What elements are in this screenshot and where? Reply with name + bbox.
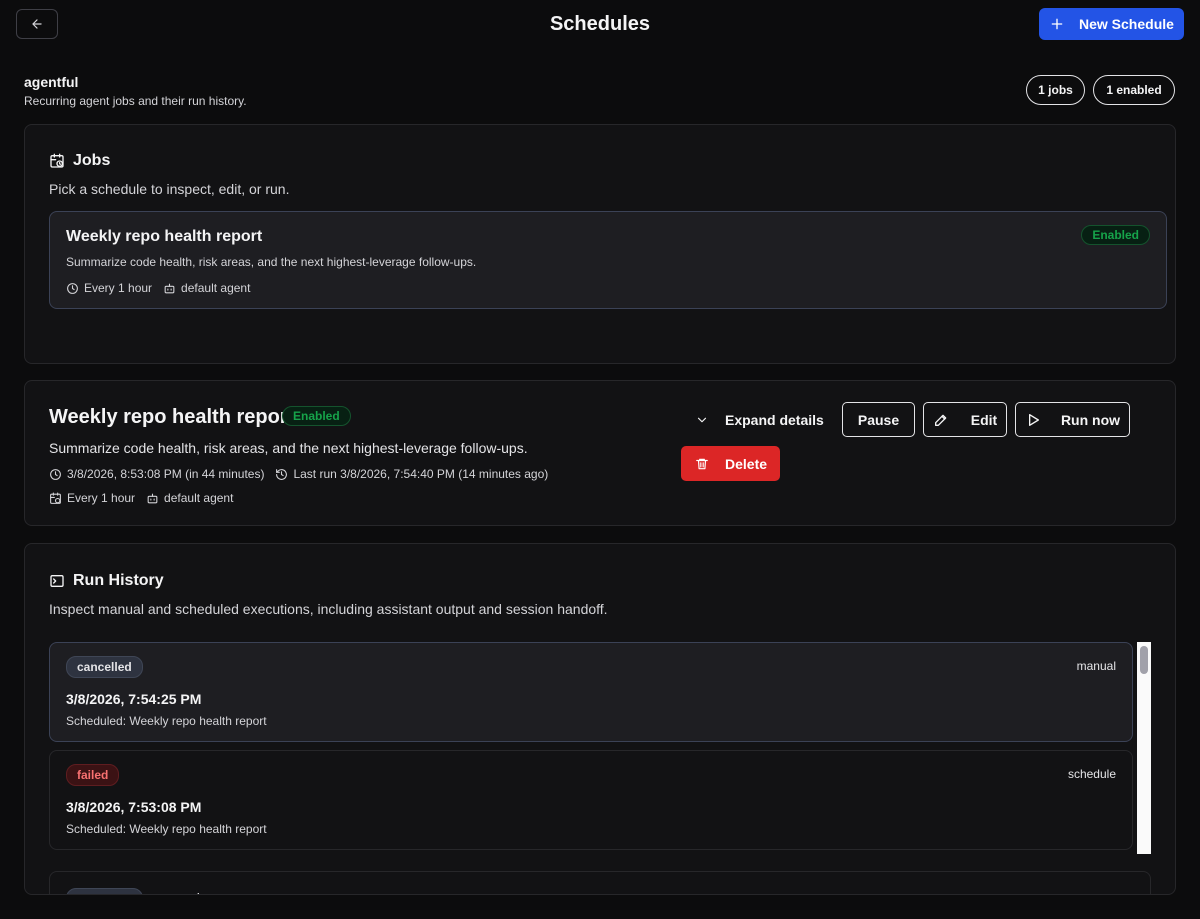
bot-icon: [163, 282, 176, 295]
run-list-scrollbar[interactable]: [1137, 642, 1151, 854]
run-now-button[interactable]: Run now: [1015, 402, 1130, 437]
history-icon: [275, 468, 288, 481]
job-frequency: Every 1 hour: [84, 281, 153, 295]
detail-run-times: 3/8/2026, 8:53:08 PM (in 44 minutes) Las…: [49, 467, 548, 481]
scroll-thumb[interactable]: [1140, 646, 1148, 674]
pencil-icon: [933, 412, 949, 428]
history-subtitle: Inspect manual and scheduled executions,…: [49, 601, 608, 617]
run-trigger: manual: [1076, 659, 1116, 673]
detail-frequency: Every 1 hour: [67, 491, 136, 505]
plus-icon: [1049, 16, 1065, 32]
jobs-count-pill: 1 jobs: [1026, 75, 1085, 105]
run-history-card: Run History Inspect manual and scheduled…: [24, 543, 1176, 895]
new-schedule-label: New Schedule: [1079, 16, 1174, 32]
run-time: 3/8/2026, 7:54:25 PM: [66, 691, 202, 707]
jobs-title: Jobs: [73, 152, 111, 169]
edit-button[interactable]: Edit: [923, 402, 1007, 437]
run-list-item[interactable]: cancelled manual 3/8/2026, 7:54:25 PM Sc…: [49, 642, 1133, 742]
jobs-card: Jobs Pick a schedule to inspect, edit, o…: [24, 124, 1176, 364]
delete-label: Delete: [725, 455, 768, 472]
run-trigger: schedule: [1067, 767, 1116, 781]
trash-icon: [695, 457, 709, 471]
history-heading: Run History: [49, 572, 164, 590]
expand-details-button[interactable]: Expand details: [695, 402, 824, 437]
job-meta: Every 1 hour default agent: [66, 281, 250, 295]
new-schedule-button[interactable]: New Schedule: [1039, 8, 1184, 40]
next-run: 3/8/2026, 8:53:08 PM (in 44 minutes): [67, 467, 265, 481]
edit-label: Edit: [970, 411, 998, 428]
run-time: 3/8/2026, 7:53:08 PM: [66, 799, 202, 815]
detail-status-badge: Enabled: [282, 406, 351, 426]
last-run: Last run 3/8/2026, 7:54:40 PM (14 minute…: [293, 467, 549, 481]
schedule-detail-card: Weekly repo health report Enabled Summar…: [24, 380, 1176, 526]
run-now-label: Run now: [1060, 411, 1121, 428]
play-icon: [1025, 412, 1041, 428]
enabled-count-pill: 1 enabled: [1093, 75, 1175, 105]
run-status-badge: cancelled: [66, 656, 143, 678]
terminal-icon: [49, 573, 65, 589]
detail-title: Weekly repo health report: [49, 406, 295, 428]
delete-button[interactable]: Delete: [681, 446, 780, 481]
run-status-badge: failed: [66, 764, 120, 786]
run-list-item[interactable]: failed schedule 3/8/2026, 7:53:08 PM Sch…: [49, 750, 1133, 850]
history-title: Run History: [73, 572, 164, 589]
run-detail-status-badge: cancelled: [66, 888, 143, 894]
chevron-down-icon: [695, 413, 709, 427]
calendar-clock-icon: [49, 153, 65, 169]
jobs-subtitle: Pick a schedule to inspect, edit, or run…: [49, 181, 290, 197]
run-scheduled: Scheduled: Weekly repo health report: [66, 822, 267, 836]
run-list: cancelled manual 3/8/2026, 7:54:25 PM Sc…: [49, 642, 1153, 854]
jobs-heading: Jobs: [49, 152, 110, 170]
detail-agent: default agent: [164, 491, 234, 505]
detail-meta: Every 1 hour default agent: [49, 491, 233, 505]
project-name: agentful: [24, 74, 79, 90]
bot-icon: [146, 492, 159, 505]
pause-button[interactable]: Pause: [842, 402, 915, 437]
job-agent: default agent: [181, 281, 251, 295]
clock-icon: [49, 468, 62, 481]
job-list-item[interactable]: Weekly repo health report Enabled Summar…: [49, 211, 1167, 309]
run-detail-trigger: manual: [154, 890, 200, 894]
pause-label: Pause: [857, 411, 900, 428]
job-name: Weekly repo health report: [66, 228, 263, 245]
expand-label: Expand details: [725, 411, 824, 428]
project-description: Recurring agent jobs and their run histo…: [24, 94, 247, 108]
clock-icon: [66, 282, 79, 295]
detail-description: Summarize code health, risk areas, and t…: [49, 440, 528, 456]
job-description: Summarize code health, risk areas, and t…: [66, 255, 477, 269]
run-scheduled: Scheduled: Weekly repo health report: [66, 714, 267, 728]
page-title: Schedules: [549, 13, 651, 35]
calendar-clock-icon: [49, 492, 62, 505]
status-badge: Enabled: [1081, 225, 1150, 245]
run-detail-panel: cancelled manual: [49, 871, 1151, 894]
